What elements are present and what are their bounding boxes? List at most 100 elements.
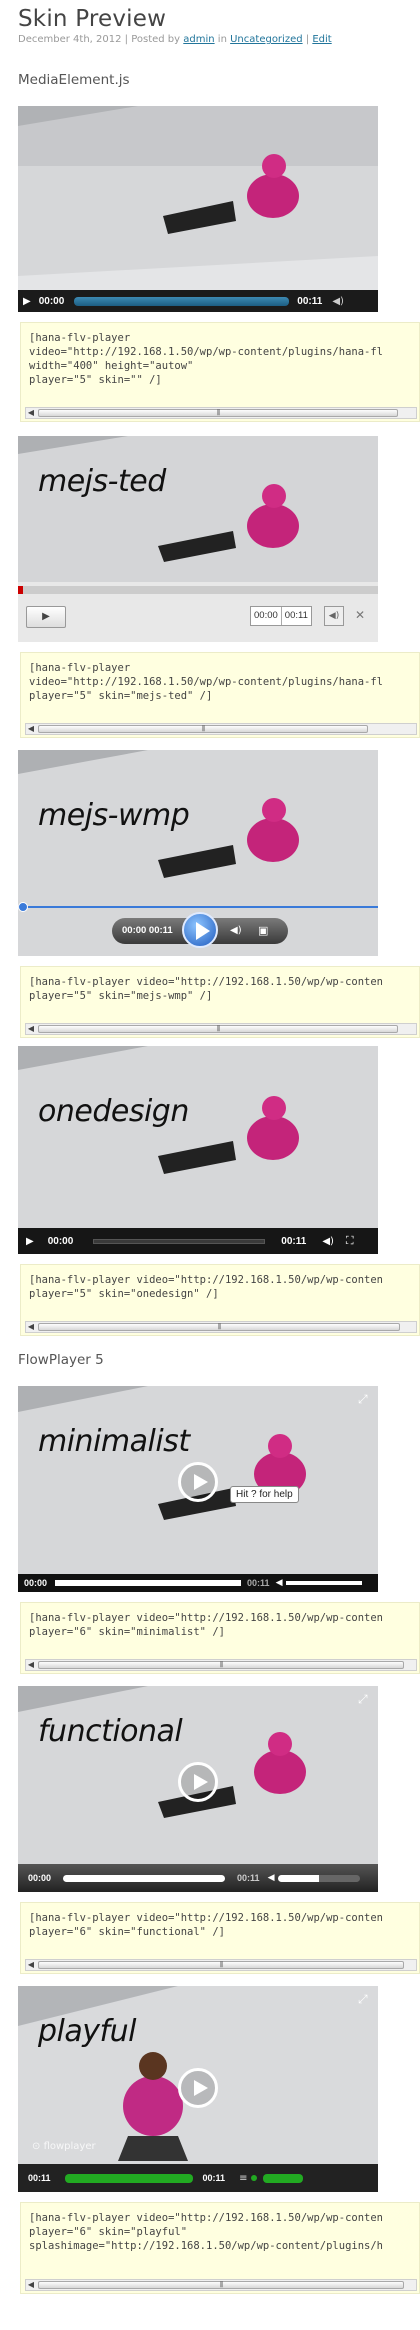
- volume-dot-icon: [251, 2175, 258, 2181]
- volume-icon[interactable]: ≡: [239, 2173, 247, 2184]
- progress-track[interactable]: [18, 586, 378, 594]
- time-total: 00:11: [247, 1578, 270, 1588]
- skin-label: onedesign: [38, 1094, 189, 1129]
- category-link[interactable]: Uncategorized: [230, 34, 302, 45]
- horizontal-scrollbar[interactable]: ◀ |||: [25, 2279, 417, 2291]
- scroll-thumb[interactable]: |||: [38, 1661, 404, 1669]
- time-total: 00:11: [281, 1235, 307, 1247]
- scroll-thumb[interactable]: |||: [38, 1323, 400, 1331]
- volume-icon[interactable]: ◀: [276, 1578, 283, 1588]
- horizontal-scrollbar[interactable]: ◀ |||: [25, 1659, 417, 1671]
- video-player-onedesign[interactable]: onedesign ▶ 00:00 00:11 ◀) ⛶: [18, 1046, 378, 1254]
- edit-link[interactable]: Edit: [312, 34, 331, 45]
- scroll-left-icon[interactable]: ◀: [26, 1024, 36, 1034]
- help-tooltip: Hit ? for help: [230, 1486, 299, 1503]
- time-display: 00:00 00:11: [122, 925, 173, 936]
- scroll-thumb[interactable]: |||: [38, 2281, 404, 2289]
- play-button[interactable]: [178, 1462, 218, 1502]
- horizontal-scrollbar[interactable]: ◀ |||: [25, 723, 417, 735]
- progress-bar[interactable]: [93, 1238, 266, 1244]
- scroll-left-icon[interactable]: ◀: [26, 2280, 36, 2290]
- grip-icon: |||: [201, 725, 205, 732]
- shortcode-box-functional[interactable]: [hana-flv-player video="http://192.168.1…: [20, 1902, 420, 1974]
- scroll-left-icon[interactable]: ◀: [26, 1660, 36, 1670]
- video-player-functional[interactable]: functional ⤢ 00:00 00:11 ◀: [18, 1686, 378, 1892]
- scroll-left-icon[interactable]: ◀: [26, 1960, 36, 1970]
- progress-handle[interactable]: [18, 586, 23, 594]
- play-button[interactable]: [182, 912, 218, 948]
- horizontal-scrollbar[interactable]: ◀ |||: [25, 407, 417, 419]
- shortcode-box-onedesign[interactable]: [hana-flv-player video="http://192.168.1…: [20, 1264, 420, 1336]
- fullscreen-icon[interactable]: ⤢: [358, 1392, 372, 1406]
- flowplayer-watermark: ⊙ flowplayer: [32, 2141, 96, 2152]
- progress-bar[interactable]: [63, 1874, 226, 1882]
- volume-slider[interactable]: [286, 1581, 363, 1585]
- time-total: 00:11: [284, 610, 308, 621]
- fullscreen-icon[interactable]: ✕: [352, 608, 368, 624]
- shortcode-text: [hana-flv-player video="http://192.168.1…: [29, 332, 384, 386]
- control-bar: 00:11 00:11 ≡: [18, 2164, 378, 2192]
- grip-icon: |||: [219, 2281, 223, 2288]
- page-title: Skin Preview: [18, 6, 167, 32]
- video-player-default[interactable]: ▶ 00:00 00:11 ◀): [18, 106, 378, 312]
- skin-label: functional: [38, 1714, 183, 1749]
- control-bar: 00:00 00:11 ◀: [18, 1574, 378, 1592]
- progress-handle[interactable]: [18, 902, 28, 912]
- author-link[interactable]: admin: [183, 34, 214, 45]
- shortcode-text: [hana-flv-player video="http://192.168.1…: [29, 976, 384, 1002]
- scroll-left-icon[interactable]: ◀: [26, 724, 36, 734]
- time-current: 00:11: [28, 2173, 51, 2183]
- video-player-mejs-ted[interactable]: mejs-ted ▶ 00:00 00:11 ◀) ✕: [18, 436, 378, 642]
- progress-bar[interactable]: [55, 1580, 242, 1586]
- play-button[interactable]: [178, 1762, 218, 1802]
- time-current: 00:00: [28, 1873, 52, 1883]
- scroll-thumb[interactable]: |||: [38, 409, 398, 417]
- shortcode-box-minimalist[interactable]: [hana-flv-player video="http://192.168.1…: [20, 1602, 420, 1674]
- fullscreen-icon[interactable]: ▣: [258, 924, 268, 937]
- horizontal-scrollbar[interactable]: ◀ |||: [25, 1959, 417, 1971]
- volume-icon[interactable]: ◀): [324, 606, 344, 626]
- video-player-minimalist[interactable]: minimalist ⤢ Hit ? for help 00:00 00:11 …: [18, 1386, 378, 1592]
- scroll-thumb[interactable]: |||: [38, 1025, 398, 1033]
- fullscreen-icon[interactable]: ⤢: [358, 1992, 372, 2006]
- grip-icon: |||: [219, 1661, 223, 1668]
- play-icon[interactable]: ▶: [23, 296, 31, 307]
- time-total: 00:11: [297, 295, 323, 307]
- shortcode-text: [hana-flv-player video="http://192.168.1…: [29, 1912, 384, 1938]
- shortcode-box-default[interactable]: [hana-flv-player video="http://192.168.1…: [20, 322, 420, 422]
- shortcode-box-mejs-wmp[interactable]: [hana-flv-player video="http://192.168.1…: [20, 966, 420, 1038]
- shortcode-box-mejs-ted[interactable]: [hana-flv-player video="http://192.168.1…: [20, 652, 420, 738]
- volume-slider[interactable]: [278, 1874, 361, 1882]
- shortcode-box-playful[interactable]: [hana-flv-player video="http://192.168.1…: [20, 2202, 420, 2294]
- skin-label: mejs-wmp: [38, 798, 190, 833]
- fullscreen-icon[interactable]: ⛶: [346, 1234, 354, 1248]
- scroll-thumb[interactable]: |||: [38, 1961, 404, 1969]
- play-button[interactable]: [178, 2068, 218, 2108]
- progress-bar[interactable]: [64, 2173, 193, 2183]
- scroll-thumb[interactable]: |||: [38, 725, 368, 733]
- horizontal-scrollbar[interactable]: ◀ |||: [25, 1321, 417, 1333]
- time-display: 00:00 00:11: [250, 606, 312, 626]
- control-bar: ▶ 00:00 00:11 ◀) ⛶: [18, 1228, 378, 1254]
- play-button[interactable]: ▶: [26, 606, 66, 628]
- volume-slider[interactable]: [263, 2173, 304, 2183]
- grip-icon: |||: [217, 1323, 221, 1330]
- horizontal-scrollbar[interactable]: ◀ |||: [25, 1023, 417, 1035]
- skin-label: minimalist: [38, 1424, 190, 1459]
- fullscreen-icon[interactable]: ⤢: [358, 1692, 372, 1706]
- time-total: 00:11: [202, 2173, 226, 2183]
- progress-line[interactable]: [18, 906, 378, 908]
- volume-icon[interactable]: ◀): [322, 1236, 334, 1247]
- volume-icon[interactable]: ◀: [268, 1873, 275, 1883]
- video-frame: [18, 436, 378, 582]
- scroll-left-icon[interactable]: ◀: [26, 1322, 36, 1332]
- volume-icon[interactable]: ◀): [230, 925, 242, 936]
- meta-separator: |: [305, 34, 310, 45]
- scroll-left-icon[interactable]: ◀: [26, 408, 36, 418]
- volume-icon[interactable]: ◀): [332, 296, 344, 307]
- play-icon[interactable]: ▶: [26, 1236, 34, 1247]
- progress-bar[interactable]: [74, 296, 290, 306]
- video-player-playful[interactable]: playful ⤢ ⊙ flowplayer 00:11 00:11 ≡: [18, 1986, 378, 2192]
- section-heading-mediaelement: MediaElement.js: [18, 72, 130, 88]
- video-player-mejs-wmp[interactable]: mejs-wmp 00:00 00:11 ◀) ▣: [18, 750, 378, 956]
